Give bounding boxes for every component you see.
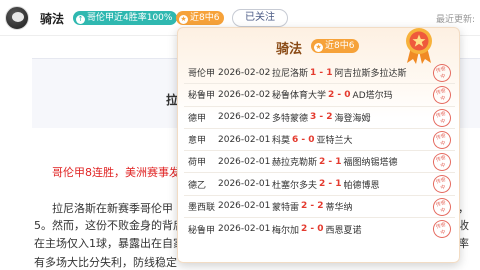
match-row[interactable]: 德乙 2026-02-01 杜塞尔多夫 2 - 1 帕德博恩 传奇中 (184, 173, 455, 196)
match-score: 2 - 0 (328, 89, 351, 100)
match-date: 2026-02-02 (218, 112, 271, 123)
match-row[interactable]: 秘鲁甲 2026-02-02 秘鲁体育大学 2 - 0 AD塔尔玛 传奇中 (184, 83, 455, 107)
match-score: 6 - 0 (292, 134, 315, 145)
article-paragraph-line: 拉尼洛斯在新赛季哥伦甲 (52, 202, 173, 215)
match-date: 2026-02-01 (218, 224, 271, 235)
match-row[interactable]: 德甲 2026-02-02 多特蒙德 3 - 2 海登海姆 传奇中 (184, 106, 455, 129)
flame-icon: ★ (179, 15, 188, 24)
win-stamp-icon: 传奇中 (430, 61, 454, 85)
match-date: 2026-02-02 (218, 67, 271, 78)
match-home-team: 赫拉克勒斯 (272, 158, 318, 169)
flame-icon: ★ (314, 43, 323, 52)
match-league: 秘鲁甲 (188, 91, 216, 102)
article-paragraph-line: 有多场大比分失利，防线稳定 (34, 256, 177, 269)
match-score: 2 - 0 (301, 224, 324, 235)
streak-badge-label: 近8中6 (190, 13, 220, 23)
match-league: 荷甲 (188, 158, 207, 169)
match-row[interactable]: 墨西联 2026-02-01 蒙特雷 2 - 2 蒂华纳 传奇中 (184, 195, 455, 219)
match-league: 意甲 (188, 136, 207, 147)
match-home-team: 秘鲁体育大学 (272, 91, 327, 102)
match-home-team: 多特蒙德 (272, 113, 309, 124)
match-away-team: AD塔尔玛 (352, 91, 393, 102)
match-score: 2 - 2 (301, 201, 324, 212)
match-away-team: 蒂华纳 (325, 202, 353, 213)
match-away-team: 阿吉拉斯多拉达斯 (334, 69, 407, 80)
match-league: 哥伦甲 (188, 69, 216, 80)
match-row[interactable]: 秘鲁甲 2026-02-01 梅尔加 2 - 0 西恩夏诺 传奇中 (184, 217, 455, 241)
page: 骑法 ↑ 哥伦甲近4胜率100% ★ 近8中6 已关注 最近更新: 拉 哥伦甲8连胜… (0, 0, 480, 270)
record-popup: 骑法 ★ 近8中6 哥伦甲 2026-02-02 拉尼洛斯 1 - 1 阿吉拉斯多拉达斯传… (177, 27, 460, 263)
win-stamp-icon: 传奇中 (430, 217, 454, 241)
medal-icon (406, 28, 432, 64)
win-rate-badge: ↑ 哥伦甲近4胜率100% (73, 11, 178, 25)
match-league: 秘鲁甲 (188, 225, 216, 236)
match-row[interactable]: 荷甲 2026-02-01 赫拉克勒斯 2 - 1 福图纳锡塔德 传奇中 (184, 150, 455, 174)
match-home-team: 梅尔加 (272, 225, 300, 236)
win-stamp-icon: 传奇中 (430, 195, 454, 219)
popup-title: 骑法 (276, 42, 303, 57)
win-rate-badge-label: 哥伦甲近4胜率100% (87, 13, 173, 23)
trend-icon: ↑ (76, 15, 85, 24)
streak-badge[interactable]: ★ 近8中6 (176, 11, 225, 25)
match-away-team: 海登海姆 (334, 113, 371, 124)
match-league: 德乙 (188, 180, 207, 191)
match-home-team: 蒙特雷 (272, 202, 300, 213)
match-score: 1 - 1 (310, 67, 333, 78)
author-name[interactable]: 骑法 (40, 10, 64, 27)
match-row[interactable]: 哥伦甲 2026-02-02 拉尼洛斯 1 - 1 阿吉拉斯多拉达斯 传奇中 (184, 61, 455, 85)
match-away-team: 帕德博恩 (343, 180, 380, 191)
match-home-team: 杜塞尔多夫 (272, 180, 318, 191)
match-date: 2026-02-01 (218, 179, 271, 190)
match-home-team: 科莫 (272, 136, 291, 147)
match-score: 3 - 2 (310, 112, 333, 123)
match-date: 2026-02-01 (218, 156, 271, 167)
match-away-team: 西恩夏诺 (325, 225, 362, 236)
article-paragraph-line: 5。然而，这份不败金身的背后 (34, 219, 184, 232)
win-stamp-icon: 传奇中 (430, 150, 454, 174)
win-stamp-icon: 传奇中 (430, 83, 454, 107)
match-list: 哥伦甲 2026-02-02 拉尼洛斯 1 - 1 阿吉拉斯多拉达斯 传奇中秘鲁甲 2026… (184, 61, 455, 241)
follow-button[interactable]: 已关注 (232, 9, 288, 27)
match-away-team: 亚特兰大 (316, 136, 353, 147)
match-score: 2 - 1 (319, 179, 342, 190)
match-date: 2026-02-01 (218, 201, 271, 212)
win-stamp-icon: 传奇中 (430, 128, 454, 152)
match-home-team: 拉尼洛斯 (272, 69, 309, 80)
match-date: 2026-02-01 (218, 134, 271, 145)
match-score: 2 - 1 (319, 156, 342, 167)
author-avatar[interactable] (5, 6, 29, 30)
win-stamp-icon: 传奇中 (430, 173, 454, 196)
match-row[interactable]: 意甲 2026-02-01 科莫 6 - 0 亚特兰大 传奇中 (184, 128, 455, 152)
match-date: 2026-02-02 (218, 89, 271, 100)
last-updated-label: 最近更新: (436, 15, 476, 25)
match-league: 墨西联 (188, 202, 216, 213)
match-league: 德甲 (188, 113, 207, 124)
article-paragraph-line: 在主场仅入1球，暴露出在自家 (34, 237, 184, 250)
match-away-team: 福图纳锡塔德 (343, 158, 398, 169)
article-headline: 哥伦甲8连胜，美洲赛事发 (52, 166, 180, 179)
popup-streak-label: 近8中6 (325, 41, 355, 51)
popup-streak-badge: ★ 近8中6 (311, 39, 360, 53)
win-stamp-icon: 传奇中 (430, 106, 454, 129)
